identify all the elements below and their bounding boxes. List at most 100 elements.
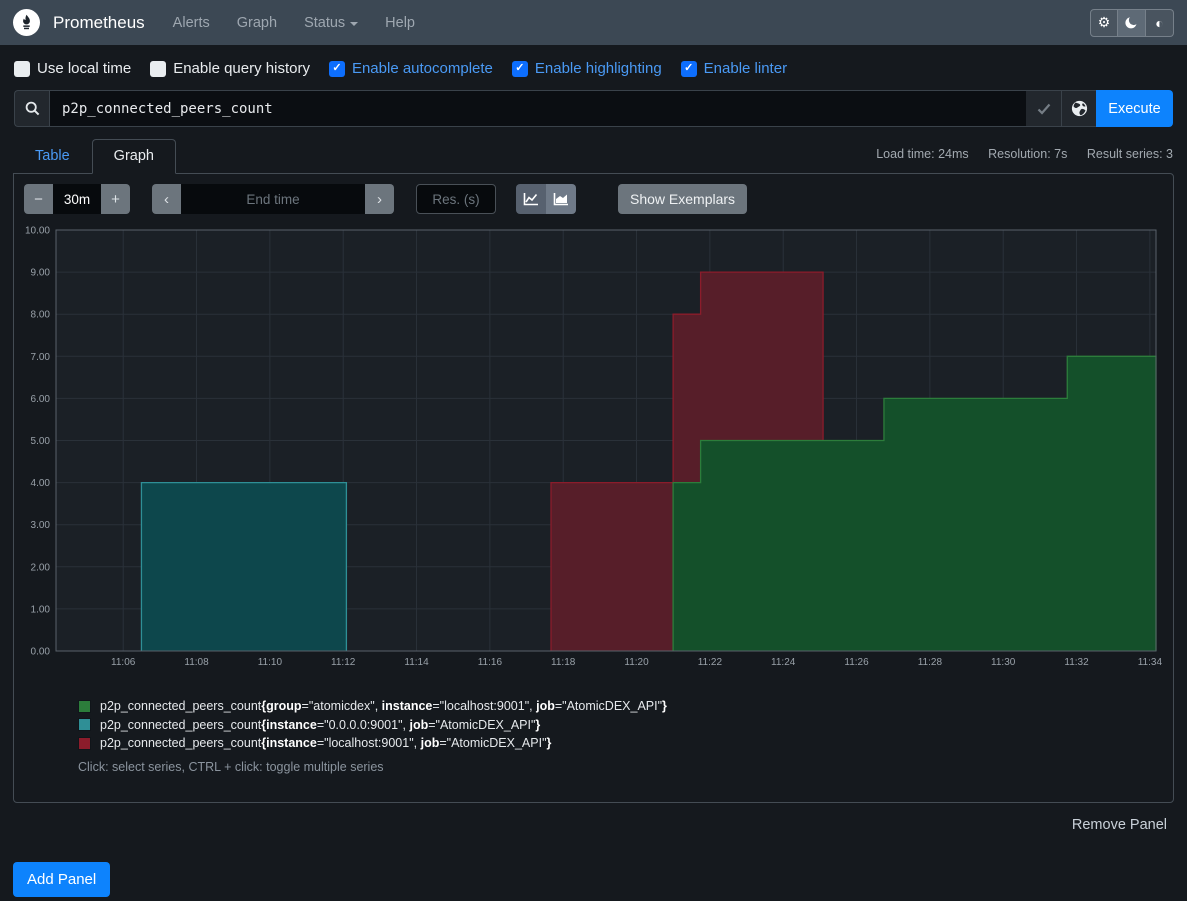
legend-hint: Click: select series, CTRL + click: togg… [78,760,1173,774]
theme-button-group: ⚙ ◐ [1090,9,1174,37]
range-control: − + [24,184,130,214]
checkbox-enable-linter[interactable]: ✓ [681,61,697,77]
y-axis-label: 2.00 [31,562,51,573]
series-area [141,483,346,651]
legend-series-name: p2p_connected_peers_count{instance="loca… [100,736,551,750]
tabs-zone: Load time: 24ms Resolution: 7s Result se… [0,139,1187,173]
nav-item-help[interactable]: Help [385,15,415,31]
globe-icon [1071,100,1088,117]
decrease-range-button[interactable]: − [24,184,53,214]
query-stats: Load time: 24ms Resolution: 7s Result se… [860,147,1173,161]
checkbox-enable-autocomplete[interactable]: ✓ [329,61,345,77]
x-axis-label: 11:12 [331,657,356,668]
next-time-button[interactable]: › [365,184,394,214]
x-axis-label: 11:24 [771,657,796,668]
options-row: Use local timeEnable query history✓Enabl… [14,60,1173,77]
checkbox-enable-query-history[interactable] [150,61,166,77]
moon-icon [1124,15,1139,30]
execute-button[interactable]: Execute [1096,90,1173,127]
x-axis-label: 11:18 [551,657,576,668]
x-axis-label: 11:26 [844,657,869,668]
remove-panel-link[interactable]: Remove Panel [1072,817,1167,833]
legend-series-name: p2p_connected_peers_count{group="atomicd… [100,699,667,713]
show-exemplars-button[interactable]: Show Exemplars [618,184,747,214]
option-enable-linter[interactable]: ✓Enable linter [681,60,787,77]
remove-row: Remove Panel [0,816,1167,834]
x-axis-label: 11:22 [698,657,723,668]
legend-swatch [78,737,91,750]
x-axis-label: 11:32 [1064,657,1089,668]
tab-graph[interactable]: Graph [92,139,176,174]
x-axis-label: 11:28 [918,657,943,668]
graph-controls: − + ‹ › Show Exemplars [24,184,1173,214]
legend: p2p_connected_peers_count{group="atomicd… [78,697,1173,774]
prometheus-logo-icon[interactable] [13,9,40,36]
range-input[interactable] [53,184,101,214]
metrics-explorer-button[interactable] [1061,90,1096,127]
x-axis-label: 11:30 [991,657,1016,668]
option-use-local-time[interactable]: Use local time [14,60,131,77]
nav-item-status[interactable]: Status [304,15,358,31]
gear-icon: ⚙ [1098,14,1111,31]
y-axis-label: 6.00 [31,394,51,405]
top-navbar: Prometheus Alerts Graph Status Help ⚙ ◐ [0,0,1187,45]
unstacked-chart-button[interactable] [516,184,546,214]
option-enable-highlighting[interactable]: ✓ Enable highlighting [512,60,662,77]
nav-item-graph[interactable]: Graph [237,15,277,31]
result-series: Result series: 3 [1087,147,1173,161]
option-enable-query-history[interactable]: Enable query history [150,60,310,77]
nav-item-label: Graph [237,15,277,31]
resolution-input[interactable] [416,184,496,214]
legend-item[interactable]: p2p_connected_peers_count{instance="0.0.… [78,716,1173,735]
y-axis-label: 10.00 [25,226,50,237]
resolution: Resolution: 7s [988,147,1067,161]
query-valid-addon [1026,90,1061,127]
legend-series-name: p2p_connected_peers_count{instance="0.0.… [100,718,540,732]
search-icon [25,101,40,116]
graph-chart[interactable]: 0.001.002.003.004.005.006.007.008.009.00… [14,223,1173,671]
add-panel-button[interactable]: Add Panel [13,862,110,897]
y-axis-label: 5.00 [31,436,51,447]
option-label: Enable autocomplete [352,60,493,77]
app-title[interactable]: Prometheus [53,13,145,33]
option-label: Enable highlighting [535,60,662,77]
checkmark-icon [1037,103,1051,115]
load-time: Load time: 24ms [876,147,968,161]
nav-item-alerts[interactable]: Alerts [173,15,210,31]
legend-item[interactable]: p2p_connected_peers_count{instance="loca… [78,734,1173,753]
graph-panel: − + ‹ › Show Exemplars [13,173,1174,803]
x-axis-label: 11:14 [404,657,429,668]
check-icon: ✓ [332,63,341,74]
nav-item-label: Status [304,15,345,31]
end-time-input[interactable] [181,184,365,214]
query-bar: Execute [14,90,1173,127]
checkbox-use-local-time[interactable] [14,61,30,77]
y-axis-label: 7.00 [31,352,51,363]
query-input[interactable] [49,90,1026,127]
x-axis-label: 11:20 [624,657,649,668]
previous-time-button[interactable]: ‹ [152,184,181,214]
settings-gear-button[interactable]: ⚙ [1090,9,1118,37]
legend-item[interactable]: p2p_connected_peers_count{group="atomicd… [78,697,1173,716]
dark-theme-button[interactable] [1118,9,1146,37]
option-label: Use local time [37,60,131,77]
auto-theme-button[interactable]: ◐ [1146,9,1174,37]
endtime-control: ‹ › [152,184,394,214]
tab-table[interactable]: Table [13,139,92,174]
check-icon: ✓ [515,63,524,74]
increase-range-button[interactable]: + [101,184,130,214]
legend-swatch [78,700,91,713]
nav-item-label: Help [385,15,415,31]
y-axis-label: 0.00 [31,647,51,658]
option-enable-autocomplete[interactable]: ✓ Enable autocomplete [329,60,493,77]
stacked-chart-button[interactable] [546,184,576,214]
chevron-down-icon [350,22,358,26]
x-axis-label: 11:34 [1138,657,1163,668]
checkbox-enable-highlighting[interactable]: ✓ [512,61,528,77]
nav-links: Alerts Graph Status Help [173,15,415,31]
option-label: Enable query history [173,60,310,77]
nav-item-label: Alerts [173,15,210,31]
torch-icon [18,14,35,31]
half-circle-icon: ◐ [1155,15,1163,31]
stacked-chart-icon [553,192,569,206]
